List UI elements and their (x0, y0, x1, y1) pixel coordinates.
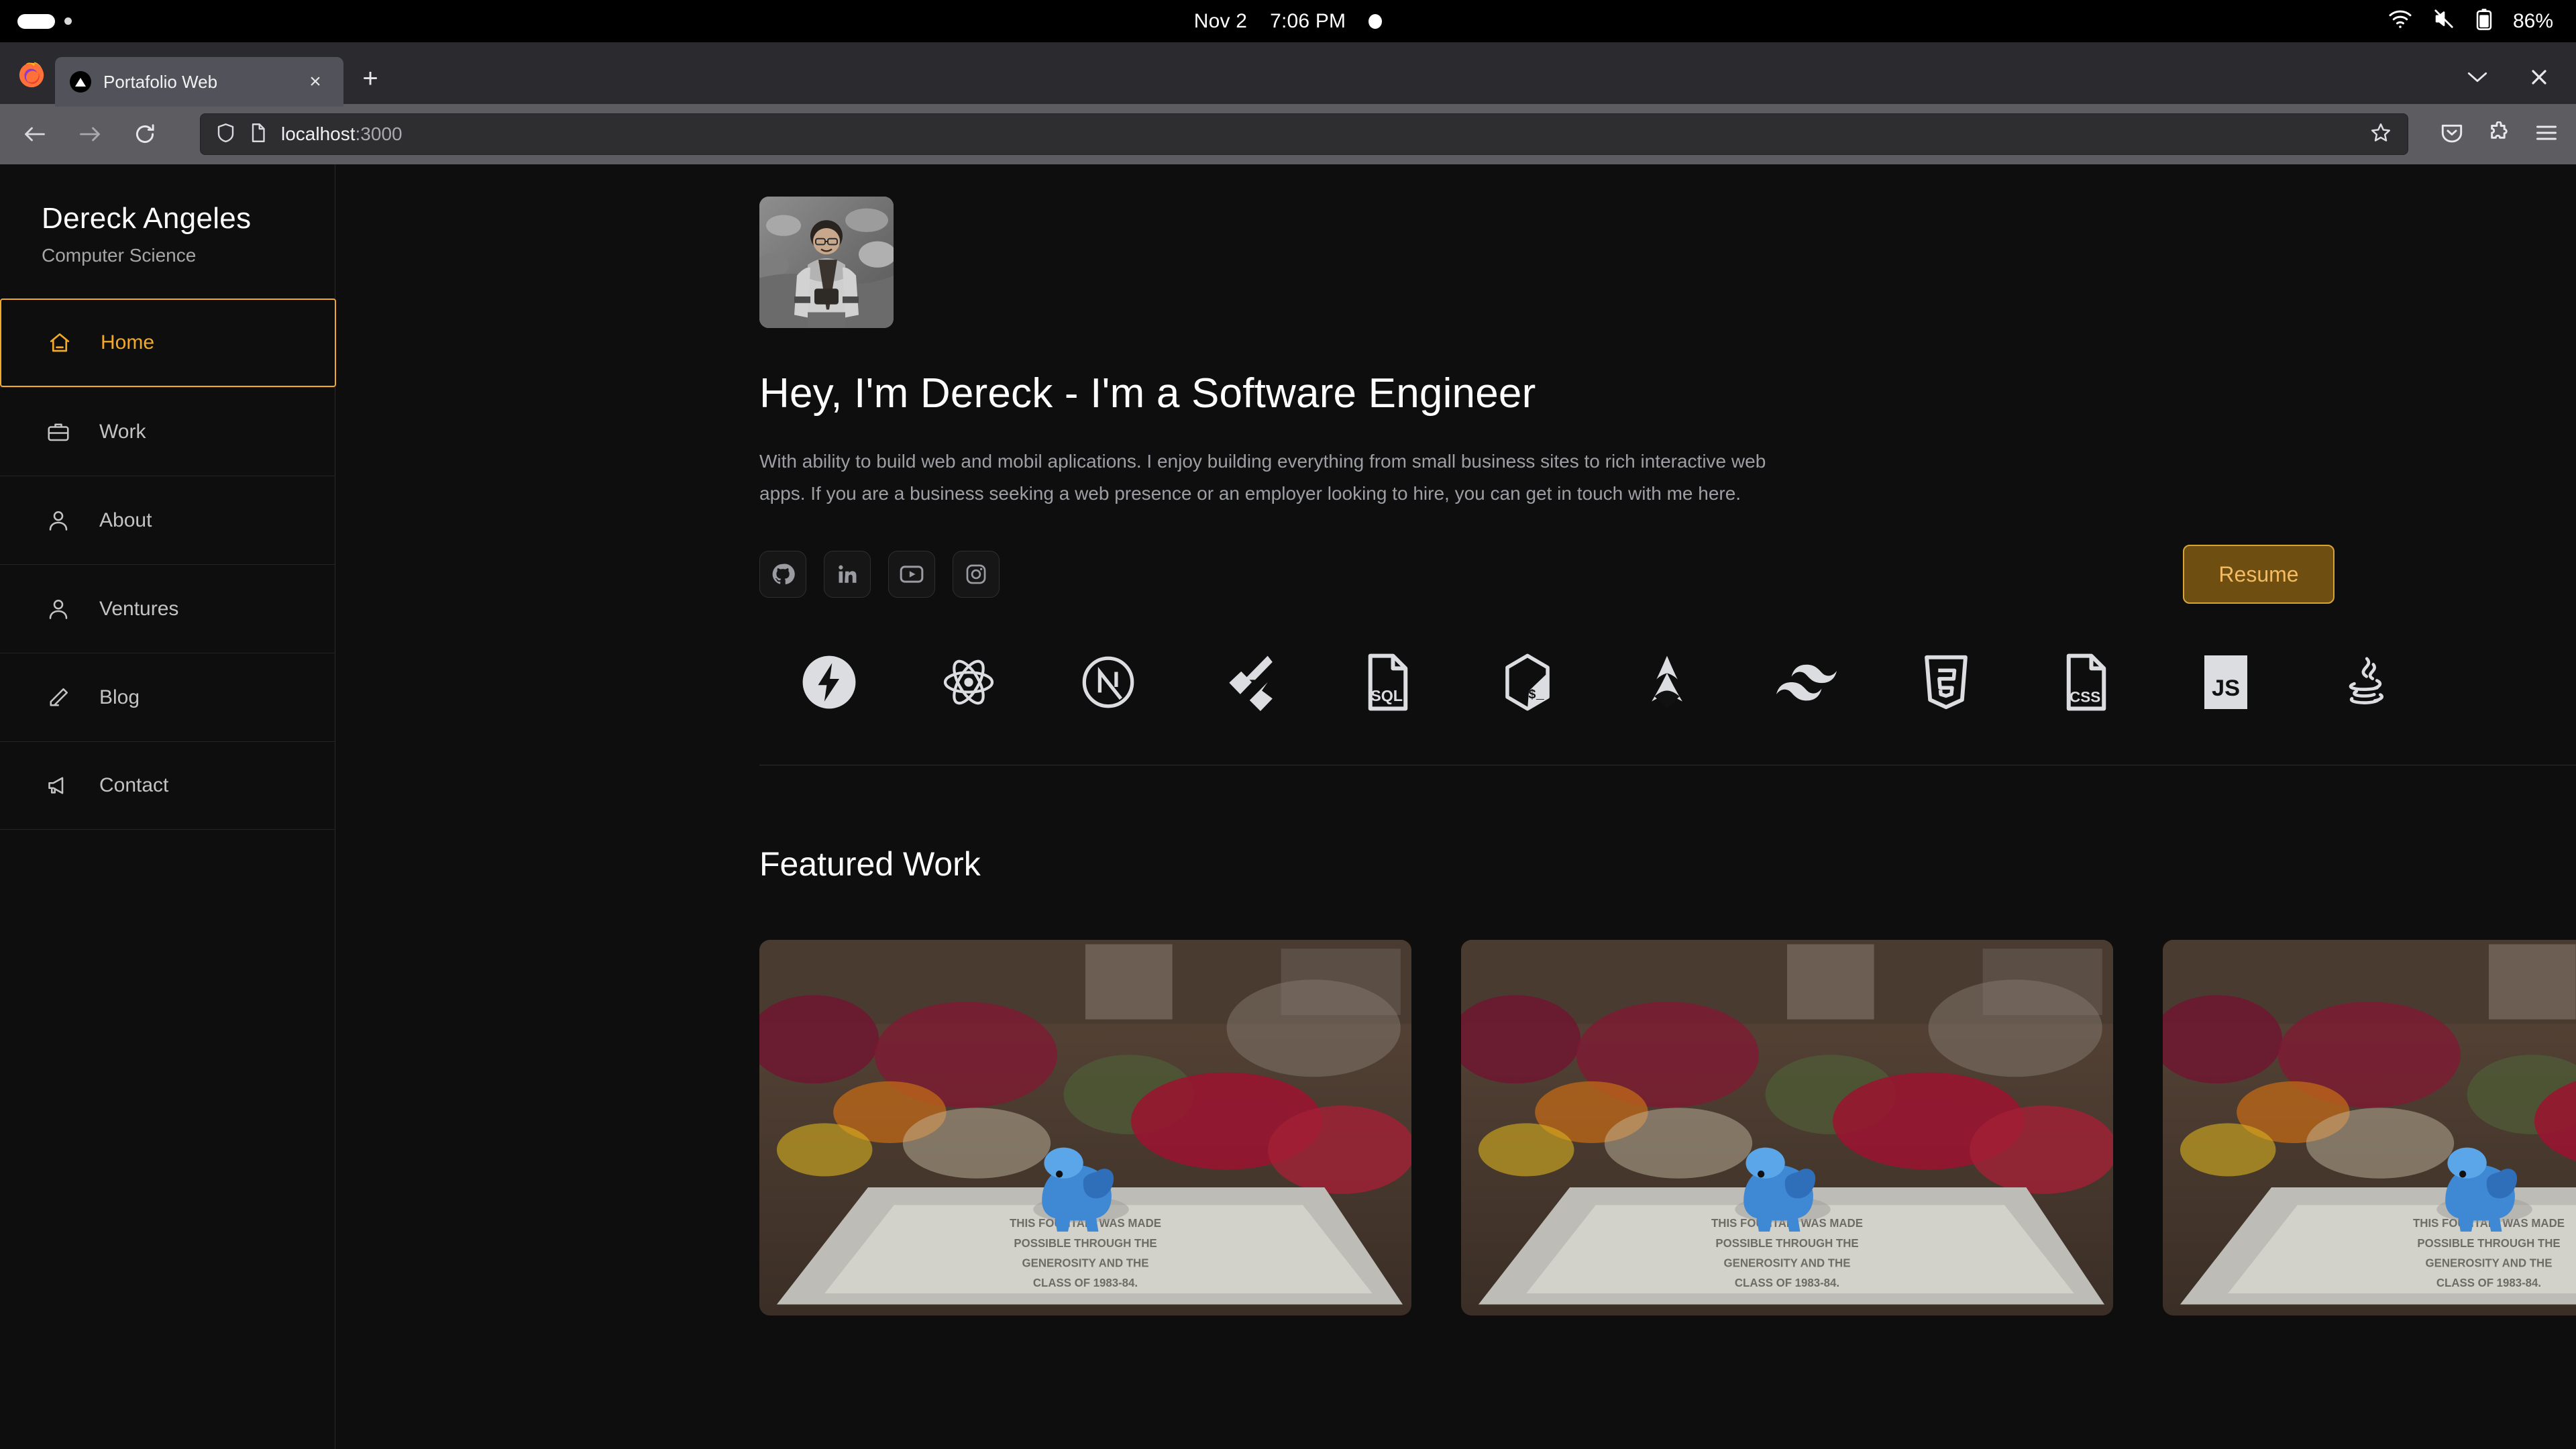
arch-icon (1597, 645, 1737, 719)
user-icon (46, 508, 71, 533)
sidebar-item-ventures[interactable]: Ventures (0, 564, 335, 653)
firefox-logo-icon (16, 58, 47, 89)
bolt-icon (759, 645, 899, 719)
page-title: Hey, I'm Dereck - I'm a Software Enginee… (759, 370, 2576, 417)
css-icon: CSS (2017, 645, 2156, 719)
sidebar-item-label: Ventures (99, 598, 178, 621)
github-icon[interactable] (759, 551, 806, 598)
pocket-icon[interactable] (2440, 122, 2463, 147)
featured-work-grid: THIS FOUNTAIN WAS MADE POSSIBLE THROUGH … (759, 940, 2576, 1316)
vercel-triangle-icon (70, 71, 91, 93)
sidebar-item-label: Blog (99, 686, 140, 709)
pencil-icon (46, 685, 71, 710)
main-content: Hey, I'm Dereck - I'm a Software Enginee… (335, 164, 2576, 1449)
reload-button[interactable] (127, 117, 162, 152)
brand-block: Dereck Angeles Computer Science (0, 164, 335, 299)
tech-stack-row: SQL $_ (759, 645, 2576, 719)
sql-icon: SQL (1318, 645, 1458, 719)
project-card[interactable]: THIS FOUNTAIN WAS MADE POSSIBLE THROUGH … (759, 940, 1411, 1316)
svg-text:CLASS OF 1983-84.: CLASS OF 1983-84. (1735, 1277, 1839, 1289)
instagram-icon[interactable] (953, 551, 1000, 598)
project-card[interactable]: THIS FOUNTAIN WAS MADE POSSIBLE THROUGH … (2163, 940, 2576, 1316)
svg-text:CLASS OF 1983-84.: CLASS OF 1983-84. (2436, 1277, 2541, 1289)
sidebar-item-about[interactable]: About (0, 476, 335, 564)
svg-text:GENEROSITY AND THE: GENEROSITY AND THE (1022, 1257, 1149, 1270)
social-links-row: Resume (759, 545, 2576, 604)
url-port: :3000 (356, 123, 402, 144)
new-tab-button[interactable]: + (356, 64, 385, 93)
tab-close-button[interactable]: × (301, 67, 330, 97)
svg-text:POSSIBLE THROUGH THE: POSSIBLE THROUGH THE (2417, 1237, 2560, 1250)
tab-title: Portafolio Web (103, 72, 288, 93)
svg-text:GENEROSITY AND THE: GENEROSITY AND THE (2426, 1257, 2553, 1270)
youtube-icon[interactable] (888, 551, 935, 598)
svg-text:POSSIBLE THROUGH THE: POSSIBLE THROUGH THE (1014, 1237, 1157, 1250)
brand-subtitle: Computer Science (42, 245, 335, 266)
hamburger-menu-icon[interactable] (2534, 123, 2559, 146)
svg-text:$_: $_ (1528, 688, 1544, 702)
sidebar-item-label: About (99, 509, 152, 532)
window-close-button[interactable] (2529, 67, 2549, 91)
url-host: localhost (281, 123, 356, 144)
sidebar-item-label: Contact (99, 774, 168, 797)
back-button[interactable] (17, 117, 52, 152)
avatar (759, 197, 894, 328)
sidebar: Dereck Angeles Computer Science Home Wor… (0, 164, 335, 1449)
page-content: Dereck Angeles Computer Science Home Wor… (0, 164, 2576, 1449)
svg-text:CLASS OF 1983-84.: CLASS OF 1983-84. (1033, 1277, 1138, 1289)
brand-name: Dereck Angeles (42, 202, 335, 235)
briefcase-icon (46, 419, 71, 445)
svg-text:POSSIBLE THROUGH THE: POSSIBLE THROUGH THE (1715, 1237, 1858, 1250)
nextjs-icon (1038, 645, 1178, 719)
java-icon (2296, 645, 2435, 719)
forward-button[interactable] (72, 117, 107, 152)
browser-toolbar: localhost:3000 (0, 104, 2576, 164)
page-icon[interactable] (250, 123, 266, 146)
os-time: 7:06 PM (1270, 10, 1346, 33)
hero-section: Hey, I'm Dereck - I'm a Software Enginee… (335, 164, 2576, 765)
featured-work-title: Featured Work (759, 845, 2576, 883)
sidebar-item-blog[interactable]: Blog (0, 653, 335, 741)
extensions-puzzle-icon[interactable] (2487, 121, 2510, 148)
recording-dot-icon (1368, 14, 1382, 29)
sidebar-item-label: Home (101, 331, 154, 354)
tab-bar-controls (2466, 67, 2576, 104)
react-icon (899, 645, 1038, 719)
tailwind-icon (1737, 645, 1876, 719)
bookmark-star-icon[interactable] (2370, 122, 2392, 147)
html5-icon (1876, 645, 2016, 719)
browser-tab-bar: Portafolio Web × + (0, 42, 2576, 104)
flutter-icon (1179, 645, 1318, 719)
svg-text:GENEROSITY AND THE: GENEROSITY AND THE (1724, 1257, 1851, 1270)
home-icon (47, 330, 72, 356)
linkedin-icon[interactable] (824, 551, 871, 598)
url-text: localhost:3000 (281, 123, 402, 145)
svg-text:CSS: CSS (2070, 689, 2100, 706)
shield-icon[interactable] (217, 123, 235, 146)
project-card[interactable]: THIS FOUNTAIN WAS MADE POSSIBLE THROUGH … (1461, 940, 2113, 1316)
chevron-down-icon[interactable] (2466, 70, 2489, 88)
toolbar-actions (2440, 121, 2559, 148)
svg-text:JS: JS (2212, 676, 2240, 701)
os-clock-group: Nov 2 7:06 PM (0, 0, 2576, 42)
hero-bio: With ability to build web and mobil apli… (759, 445, 1792, 510)
os-status-bar: Nov 2 7:06 PM 86% (0, 0, 2576, 42)
megaphone-icon (46, 773, 71, 798)
sidebar-item-home[interactable]: Home (0, 299, 336, 387)
svg-text:SQL: SQL (1371, 687, 1403, 704)
sidebar-item-label: Work (99, 421, 146, 443)
sidebar-item-contact[interactable]: Contact (0, 741, 335, 830)
os-date: Nov 2 (1194, 10, 1247, 33)
browser-tab[interactable]: Portafolio Web × (55, 57, 343, 107)
user-icon (46, 596, 71, 622)
sidebar-item-work[interactable]: Work (0, 387, 335, 476)
js-icon: JS (2156, 645, 2296, 719)
resume-button[interactable]: Resume (2183, 545, 2334, 604)
bash-icon: $_ (1458, 645, 1597, 719)
url-bar[interactable]: localhost:3000 (200, 113, 2408, 155)
